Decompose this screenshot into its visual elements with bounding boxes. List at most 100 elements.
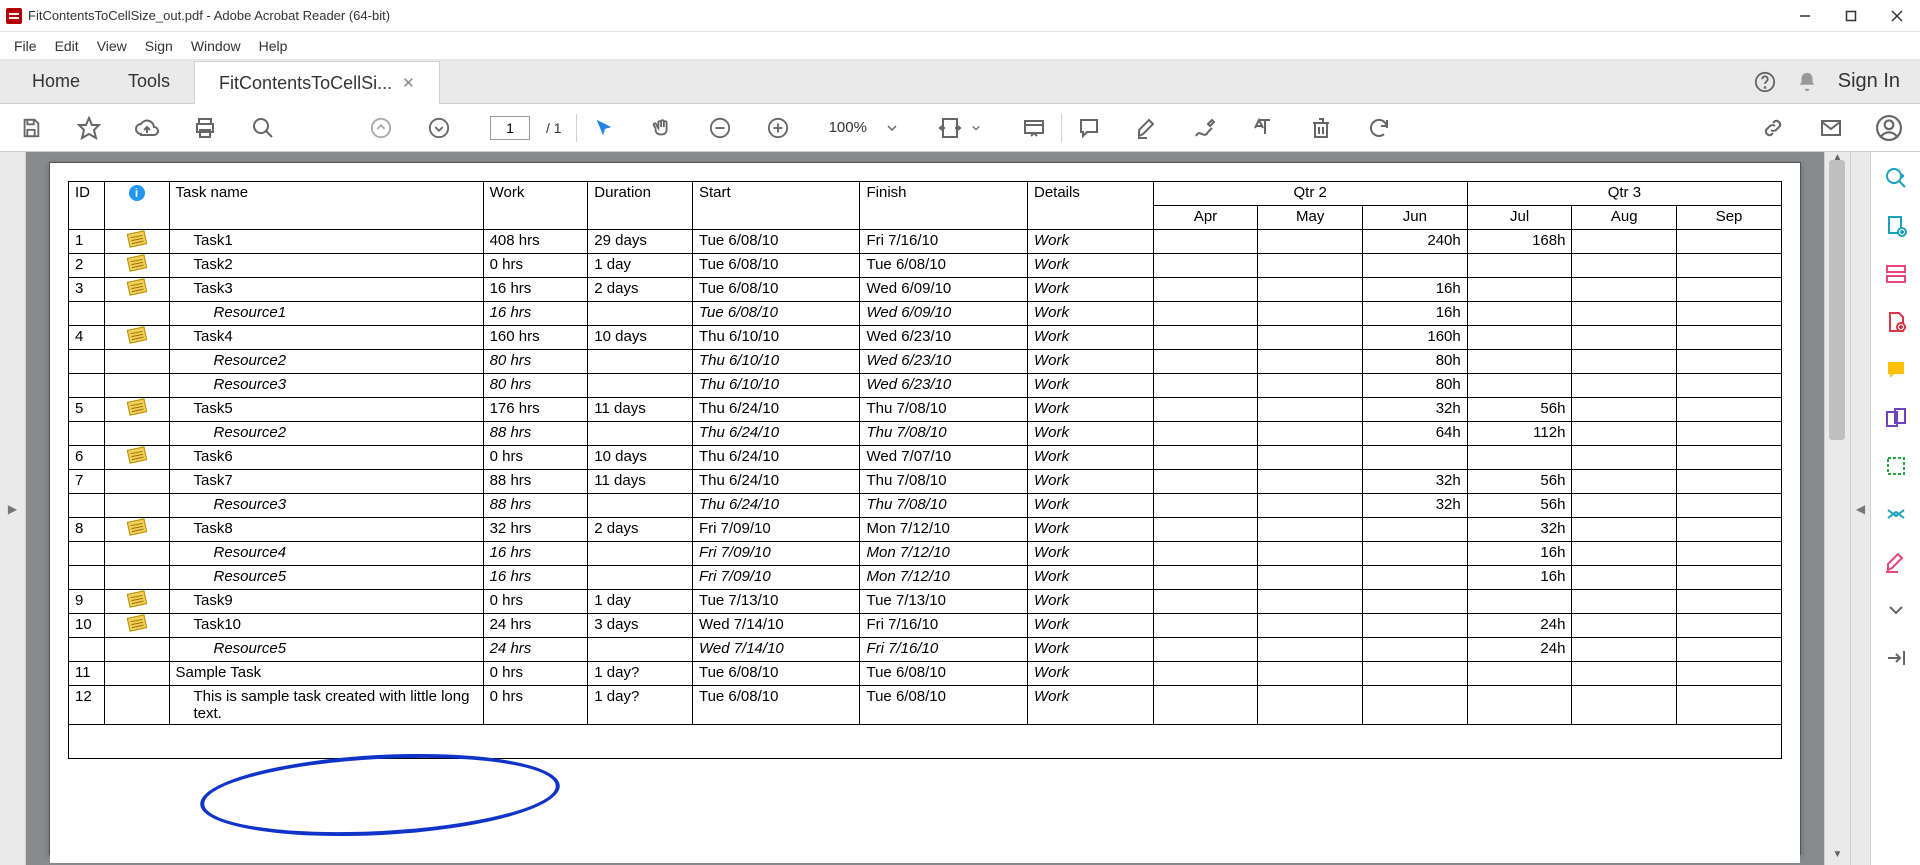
star-icon[interactable] xyxy=(76,115,102,141)
export-pdf-icon[interactable] xyxy=(1884,214,1908,238)
content-area: ▶ ID i Task name xyxy=(0,152,1920,865)
table-row: Resource288 hrsThu 6/24/10Thu 7/08/10Wor… xyxy=(69,422,1782,446)
text-icon[interactable] xyxy=(1250,115,1276,141)
col-info: i xyxy=(104,182,169,230)
col-jul: Jul xyxy=(1467,206,1572,230)
table-row: 4Task4160 hrs10 daysThu 6/10/10Wed 6/23/… xyxy=(69,326,1782,350)
note-icon xyxy=(126,398,147,415)
table-row: Resource380 hrsThu 6/10/10Wed 6/23/10Wor… xyxy=(69,374,1782,398)
close-button[interactable] xyxy=(1874,0,1920,32)
col-sep: Sep xyxy=(1677,206,1782,230)
table-row: 11Sample Task0 hrs1 day?Tue 6/08/10Tue 6… xyxy=(69,662,1782,686)
note-icon xyxy=(126,254,147,271)
delete-icon[interactable] xyxy=(1308,115,1334,141)
zoom-in-icon[interactable] xyxy=(765,115,791,141)
sign-in-link[interactable]: Sign In xyxy=(1838,70,1900,93)
col-finish: Finish xyxy=(860,182,1028,230)
left-panel-toggle[interactable]: ▶ xyxy=(0,152,26,865)
col-start: Start xyxy=(692,182,860,230)
highlight-icon[interactable] xyxy=(1134,115,1160,141)
email-icon[interactable] xyxy=(1818,115,1844,141)
note-icon xyxy=(126,326,147,343)
table-row: Resource116 hrsTue 6/08/10Wed 6/09/10Wor… xyxy=(69,302,1782,326)
hand-tool-icon[interactable] xyxy=(649,115,675,141)
document-viewport[interactable]: ID i Task name Work Duration Start Finis… xyxy=(26,152,1824,865)
tab-home[interactable]: Home xyxy=(8,60,104,103)
menu-file[interactable]: File xyxy=(14,38,37,54)
search-icon[interactable] xyxy=(250,115,276,141)
zoom-out-icon[interactable] xyxy=(707,115,733,141)
toolbar: / 1 100% xyxy=(0,104,1920,152)
titlebar: FitContentsToCellSize_out.pdf - Adobe Ac… xyxy=(0,0,1920,32)
save-icon[interactable] xyxy=(18,115,44,141)
right-tools-panel xyxy=(1870,152,1920,865)
fit-dropdown-icon[interactable] xyxy=(963,115,989,141)
page-down-icon[interactable] xyxy=(426,115,452,141)
info-icon: i xyxy=(129,185,145,201)
note-icon xyxy=(126,518,147,535)
table-row: 2Task20 hrs1 dayTue 6/08/10Tue 6/08/10Wo… xyxy=(69,254,1782,278)
bell-icon[interactable] xyxy=(1796,71,1818,93)
profile-icon[interactable] xyxy=(1876,115,1902,141)
comment-icon[interactable] xyxy=(1076,115,1102,141)
combine-files-icon[interactable] xyxy=(1884,406,1908,430)
tab-document-label: FitContentsToCellSi... xyxy=(219,73,392,94)
comment-tool-icon[interactable] xyxy=(1884,358,1908,382)
project-table: ID i Task name Work Duration Start Finis… xyxy=(68,181,1782,759)
table-row: 5Task5176 hrs11 daysThu 6/24/10Thu 7/08/… xyxy=(69,398,1782,422)
col-id: ID xyxy=(69,182,105,230)
col-jun: Jun xyxy=(1363,206,1468,230)
draw-icon[interactable] xyxy=(1192,115,1218,141)
edit-pdf-icon[interactable] xyxy=(1884,262,1908,286)
search-tool-icon[interactable] xyxy=(1884,166,1908,190)
compress-pdf-icon[interactable] xyxy=(1884,502,1908,526)
table-row: Resource388 hrsThu 6/24/10Thu 7/08/10Wor… xyxy=(69,494,1782,518)
read-mode-icon[interactable] xyxy=(1021,115,1047,141)
help-icon[interactable] xyxy=(1754,71,1776,93)
note-icon xyxy=(126,590,147,607)
minimize-button[interactable] xyxy=(1782,0,1828,32)
create-pdf-icon[interactable] xyxy=(1884,310,1908,334)
maximize-button[interactable] xyxy=(1828,0,1874,32)
page-number-input[interactable] xyxy=(490,116,530,140)
redact-icon[interactable] xyxy=(1884,550,1908,574)
menu-sign[interactable]: Sign xyxy=(145,38,173,54)
note-icon xyxy=(126,278,147,295)
col-task: Task name xyxy=(169,182,483,230)
col-qtr2: Qtr 2 xyxy=(1153,182,1467,206)
table-row: Resource416 hrsFri 7/09/10Mon 7/12/10Wor… xyxy=(69,542,1782,566)
app-icon xyxy=(6,8,22,24)
right-panel-toggle[interactable]: ◀ xyxy=(1850,152,1870,865)
col-details: Details xyxy=(1028,182,1154,230)
rotate-icon[interactable] xyxy=(1366,115,1392,141)
tab-tools[interactable]: Tools xyxy=(104,60,194,103)
print-icon[interactable] xyxy=(192,115,218,141)
organize-pages-icon[interactable] xyxy=(1884,454,1908,478)
fit-width-icon[interactable] xyxy=(937,115,963,141)
tab-document[interactable]: FitContentsToCellSi... ✕ xyxy=(194,61,440,104)
page-up-icon[interactable] xyxy=(368,115,394,141)
menu-view[interactable]: View xyxy=(97,38,127,54)
menu-edit[interactable]: Edit xyxy=(55,38,79,54)
pdf-page: ID i Task name Work Duration Start Finis… xyxy=(50,163,1800,863)
zoom-dropdown-icon[interactable] xyxy=(879,115,905,141)
cloud-upload-icon[interactable] xyxy=(134,115,160,141)
selection-tool-icon[interactable] xyxy=(591,115,617,141)
vertical-scrollbar[interactable]: ▲ ▼ xyxy=(1824,152,1850,865)
chevron-left-icon: ◀ xyxy=(1856,502,1865,516)
menu-window[interactable]: Window xyxy=(191,38,241,54)
col-qtr3: Qtr 3 xyxy=(1467,182,1781,206)
scroll-down-icon[interactable]: ▼ xyxy=(1825,849,1850,865)
table-row: 1Task1408 hrs29 daysTue 6/08/10Fri 7/16/… xyxy=(69,230,1782,254)
table-row: Resource516 hrsFri 7/09/10Mon 7/12/10Wor… xyxy=(69,566,1782,590)
chevron-right-icon: ▶ xyxy=(8,502,17,516)
zoom-level-label[interactable]: 100% xyxy=(829,119,867,136)
hand-drawn-circle-annotation xyxy=(198,746,562,845)
collapse-panel-icon[interactable] xyxy=(1884,646,1908,670)
more-tools-icon[interactable] xyxy=(1884,598,1908,622)
tabbar: Home Tools FitContentsToCellSi... ✕ Sign… xyxy=(0,60,1920,104)
link-icon[interactable] xyxy=(1760,115,1786,141)
menu-help[interactable]: Help xyxy=(259,38,288,54)
close-tab-icon[interactable]: ✕ xyxy=(402,74,415,92)
scroll-thumb[interactable] xyxy=(1829,160,1845,440)
